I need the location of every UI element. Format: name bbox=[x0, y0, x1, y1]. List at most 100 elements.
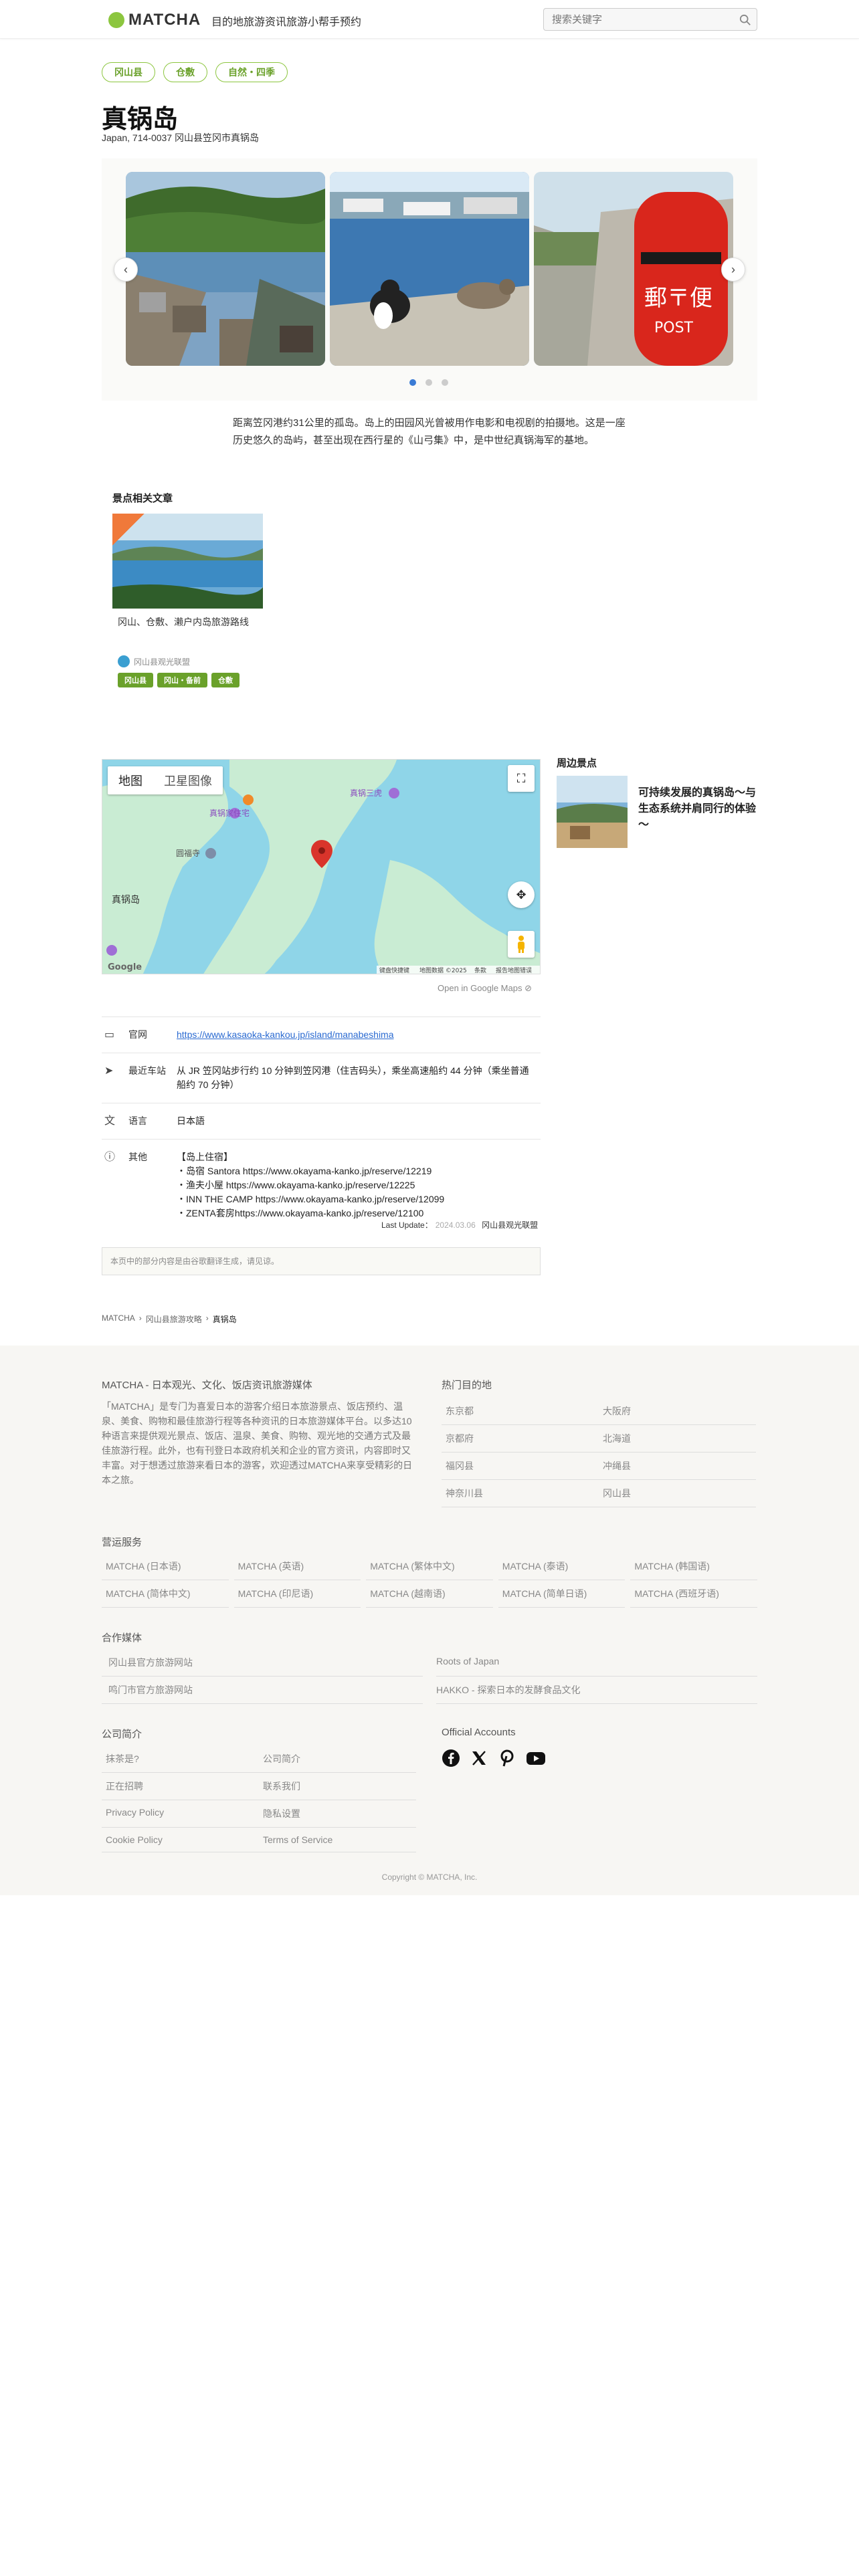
service-link[interactable]: MATCHA (韩国语) bbox=[630, 1553, 757, 1580]
destination-link[interactable]: 冲绳县 bbox=[599, 1453, 756, 1480]
gallery-dot[interactable] bbox=[442, 379, 448, 386]
destination-link[interactable]: 神奈川县 bbox=[442, 1480, 599, 1507]
map-label-temple: 圆福寺 bbox=[176, 848, 200, 858]
article-title[interactable]: 冈山、仓敷、濑户内岛旅游路线 bbox=[112, 615, 263, 629]
service-link[interactable]: MATCHA (简体中文) bbox=[102, 1580, 229, 1608]
youtube-icon[interactable] bbox=[526, 1749, 545, 1767]
partners-list: 冈山县官方旅游网站 Roots of Japan 鸣门市官方旅游网站 HAKKO… bbox=[102, 1649, 757, 1704]
destination-link[interactable]: 冈山县 bbox=[599, 1480, 756, 1507]
spot-description: 距离笠冈港约31公里的孤岛。岛上的田园风光曾被用作电影和电视剧的拍摄地。这是一座… bbox=[233, 417, 626, 446]
article-badge-icon bbox=[112, 514, 145, 546]
other-line: ・渔夫小屋 https://www.okayama-kanko.jp/reser… bbox=[177, 1180, 415, 1190]
tag-nature[interactable]: 自然・四季 bbox=[215, 62, 288, 82]
gallery-photo-harbor-town[interactable] bbox=[126, 172, 325, 366]
destination-link[interactable]: 大阪府 bbox=[599, 1398, 756, 1425]
nearby-spot-card[interactable]: 可持续发展的真锅岛～与生态系统并肩同行的体验～ bbox=[557, 776, 757, 848]
gallery-prev-button[interactable]: ‹ bbox=[114, 257, 138, 282]
gallery-next-button[interactable]: › bbox=[721, 257, 745, 282]
article-thumbnail[interactable] bbox=[112, 514, 263, 609]
service-link[interactable]: MATCHA (西班牙语) bbox=[630, 1580, 757, 1608]
company-link[interactable]: Cookie Policy bbox=[102, 1828, 259, 1852]
gallery-dot[interactable] bbox=[425, 379, 432, 386]
spot-info-table: ▭ 官网 https://www.kasaoka-kankou.jp/islan… bbox=[102, 1016, 541, 1231]
gallery-pagination bbox=[409, 379, 448, 386]
facebook-icon[interactable] bbox=[442, 1749, 460, 1767]
spot-address: Japan, 714-0037 冈山县笠冈市真锅岛 bbox=[102, 132, 259, 143]
map-tab-satellite[interactable]: 卫星图像 bbox=[153, 766, 223, 794]
street-view-pegman-icon[interactable] bbox=[508, 931, 535, 958]
article-tag[interactable]: 冈山・备前 bbox=[157, 673, 207, 687]
last-update: Last Update： 2024.03.06 冈山县观光联盟 bbox=[381, 1219, 538, 1230]
map-tab-map[interactable]: 地图 bbox=[108, 766, 153, 794]
company-link[interactable]: Terms of Service bbox=[259, 1828, 416, 1852]
other-line: ・ZENTA套房https://www.okayama-kanko.jp/res… bbox=[177, 1208, 424, 1218]
footer-about-title: MATCHA - 日本观光、文化、饭店资讯旅游媒体 bbox=[102, 1380, 312, 1391]
matcha-logo[interactable]: MATCHA bbox=[108, 11, 201, 29]
service-link[interactable]: MATCHA (英语) bbox=[233, 1553, 361, 1580]
company-links: 抹茶是? 公司简介 正在招聘 联系我们 Privacy Policy 隐私设置 … bbox=[102, 1745, 416, 1852]
map-type-tabs: 地图 卫星图像 bbox=[108, 766, 223, 794]
destination-link[interactable]: 京都府 bbox=[442, 1425, 599, 1453]
destination-link[interactable]: 北海道 bbox=[599, 1425, 756, 1453]
company-link[interactable]: 抹茶是? bbox=[102, 1745, 259, 1773]
nearby-heading: 周边景点 bbox=[557, 758, 597, 769]
article-tag[interactable]: 冈山县 bbox=[118, 673, 153, 687]
footer-services-title: 营运服务 bbox=[102, 1537, 142, 1548]
map-label-google: Google bbox=[108, 962, 142, 972]
breadcrumb-home[interactable]: MATCHA bbox=[102, 1313, 135, 1325]
header-tagline: 目的地旅游资讯旅游小帮手预约 bbox=[211, 17, 362, 28]
tag-kurashiki[interactable]: 仓敷 bbox=[163, 62, 207, 82]
last-update-author[interactable]: 冈山县观光联盟 bbox=[482, 1220, 538, 1230]
map-pan-control-icon[interactable]: ✥ bbox=[508, 881, 535, 908]
partner-link[interactable]: Roots of Japan bbox=[436, 1649, 757, 1677]
company-link[interactable]: 公司简介 bbox=[259, 1745, 416, 1773]
nearby-spot-thumbnail[interactable] bbox=[557, 776, 628, 848]
article-tag[interactable]: 仓敷 bbox=[211, 673, 240, 687]
service-link[interactable]: MATCHA (简单日语) bbox=[498, 1580, 626, 1608]
company-link[interactable]: 正在招聘 bbox=[102, 1773, 259, 1800]
gallery-dot[interactable] bbox=[409, 379, 416, 386]
partner-link[interactable]: HAKKO - 探索日本的发酵食品文化 bbox=[436, 1677, 757, 1704]
destination-link[interactable]: 福冈县 bbox=[442, 1453, 599, 1480]
service-link[interactable]: MATCHA (印尼语) bbox=[233, 1580, 361, 1608]
info-label: 最近车站 bbox=[128, 1065, 166, 1076]
pinterest-icon[interactable] bbox=[498, 1749, 516, 1767]
service-link[interactable]: MATCHA (泰语) bbox=[498, 1553, 626, 1580]
other-line: ・岛宿 Santora https://www.okayama-kanko.jp… bbox=[177, 1166, 432, 1176]
nearby-spot-title[interactable]: 可持续发展的真锅岛～与生态系统并肩同行的体验～ bbox=[638, 785, 757, 848]
company-link[interactable]: 隐私设置 bbox=[259, 1800, 416, 1828]
search-input[interactable] bbox=[544, 9, 725, 30]
map-label-house: 真锅家住宅 bbox=[209, 808, 250, 818]
search-box[interactable] bbox=[543, 8, 757, 31]
service-link[interactable]: MATCHA (繁体中文) bbox=[366, 1553, 493, 1580]
related-article-card[interactable]: 冈山、仓敷、濑户内岛旅游路线 冈山县观光联盟 冈山县 冈山・备前 仓敷 bbox=[112, 514, 263, 687]
chevron-right-icon: › bbox=[205, 1313, 209, 1323]
gallery-photo-postbox[interactable]: 郵〒便 POST bbox=[534, 172, 733, 366]
footer-popular-title: 热门目的地 bbox=[442, 1380, 492, 1391]
info-row-website: ▭ 官网 https://www.kasaoka-kankou.jp/islan… bbox=[102, 1016, 541, 1053]
gallery-photo-cats-port[interactable] bbox=[330, 172, 529, 366]
partner-link[interactable]: 冈山县官方旅游网站 bbox=[102, 1649, 423, 1677]
popular-destinations: 东京都 大阪府 京都府 北海道 福冈县 冲绳县 神奈川县 冈山县 bbox=[442, 1398, 756, 1507]
social-accounts bbox=[442, 1749, 545, 1767]
site-header: MATCHA 目的地旅游资讯旅游小帮手预约 bbox=[0, 0, 859, 39]
company-link[interactable]: Privacy Policy bbox=[102, 1800, 259, 1828]
service-link[interactable]: MATCHA (越南语) bbox=[366, 1580, 493, 1608]
service-link[interactable]: MATCHA (日本语) bbox=[102, 1553, 229, 1580]
tag-okayama[interactable]: 冈山县 bbox=[102, 62, 155, 82]
partner-link[interactable]: 鸣门市官方旅游网站 bbox=[102, 1677, 423, 1704]
chevron-right-icon: › bbox=[138, 1313, 142, 1323]
map-fullscreen-icon[interactable]: ⛶ bbox=[508, 765, 535, 792]
destination-link[interactable]: 东京都 bbox=[442, 1398, 599, 1425]
google-map[interactable]: 真锅家住宅 真锅三虎 圆福寺 真锅岛 Google 键盘快捷键 地图数据 ©20… bbox=[102, 759, 541, 974]
related-articles-heading: 景点相关文章 bbox=[112, 493, 173, 504]
article-tags: 冈山县 冈山・备前 仓敷 bbox=[112, 673, 246, 687]
map-report: 报告地图错误 bbox=[496, 966, 532, 974]
breadcrumb-okayama[interactable]: 冈山县旅游攻略 bbox=[146, 1313, 202, 1325]
company-link[interactable]: 联系我们 bbox=[259, 1773, 416, 1800]
official-website-link[interactable]: https://www.kasaoka-kankou.jp/island/man… bbox=[177, 1029, 394, 1040]
open-in-google-maps-link[interactable]: Open in Google Maps ⊘ bbox=[438, 983, 532, 994]
x-twitter-icon[interactable] bbox=[470, 1749, 488, 1767]
search-icon[interactable] bbox=[739, 14, 751, 26]
article-author[interactable]: 冈山县观光联盟 bbox=[112, 655, 263, 667]
